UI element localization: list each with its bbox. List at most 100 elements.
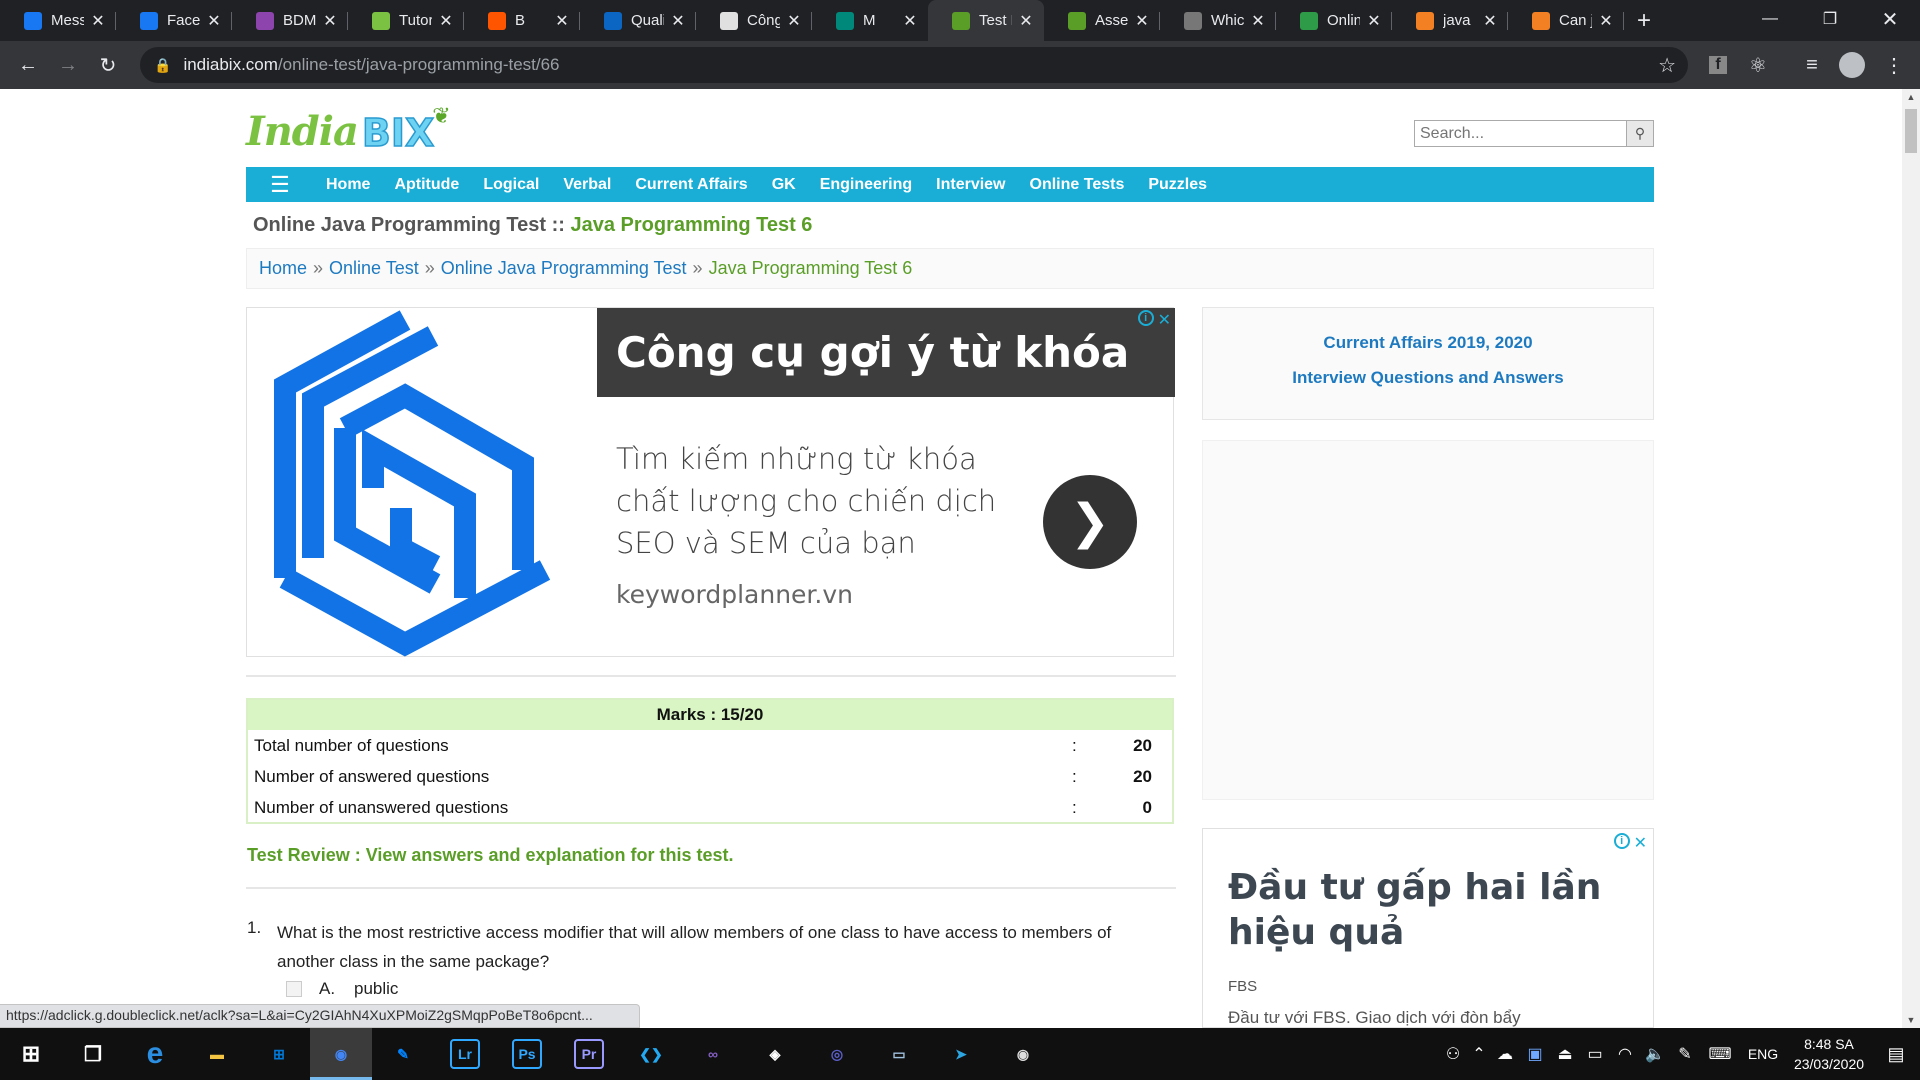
keyword-planner-ad[interactable]: Công cụ gợi ý từ khóa Tìm kiếm những từ …	[246, 307, 1175, 657]
react-extension-icon[interactable]: ⚛	[1738, 45, 1778, 85]
option-checkbox[interactable]	[286, 981, 302, 997]
tab-close-icon[interactable]: ✕	[1598, 13, 1614, 30]
nav-item[interactable]: Engineering	[808, 176, 924, 194]
tab-close-icon[interactable]: ✕	[902, 13, 918, 30]
bookmark-star-icon[interactable]: ☆	[1658, 53, 1676, 78]
taskbar-app-photoshop[interactable]: Ps	[496, 1028, 558, 1080]
nav-item[interactable]: GK	[760, 176, 808, 194]
chevron-up-icon[interactable]: ⌃	[1468, 1044, 1490, 1064]
search-icon[interactable]: ⚲	[1627, 120, 1654, 147]
clock[interactable]: 8:48 SA 23/03/2020	[1786, 1034, 1872, 1074]
notification-icon[interactable]: ▤	[1872, 1044, 1920, 1065]
battery-icon[interactable]: ▭	[1580, 1044, 1610, 1064]
browser-tab[interactable]: M ✕	[812, 0, 928, 41]
browser-tab[interactable]: java ✕	[1392, 0, 1508, 41]
hamburger-menu-icon[interactable]: ☰	[246, 167, 314, 202]
tab-close-icon[interactable]: ✕	[1018, 13, 1034, 30]
taskbar-app-vscode[interactable]: ❮❯	[620, 1028, 682, 1080]
search-input[interactable]	[1414, 120, 1627, 147]
back-button[interactable]: ←	[8, 45, 48, 85]
tab-close-icon[interactable]: ✕	[1250, 13, 1266, 30]
scrollbar-thumb[interactable]	[1905, 109, 1917, 153]
tab-close-icon[interactable]: ✕	[1482, 13, 1498, 30]
taskbar-app-cd-player[interactable]: ◎	[806, 1028, 868, 1080]
start-button[interactable]: ⊞	[0, 1028, 62, 1080]
browser-tab[interactable]: B ✕	[464, 0, 580, 41]
edge-button[interactable]: e	[124, 1028, 186, 1080]
tab-close-icon[interactable]: ✕	[438, 13, 454, 30]
nav-item[interactable]: Logical	[471, 176, 551, 194]
media-control-icon[interactable]: ≡	[1792, 45, 1832, 85]
test-review-link[interactable]: Test Review : View answers and explanati…	[247, 845, 733, 866]
keyboard-icon[interactable]: ⌨	[1700, 1044, 1740, 1064]
restore-button[interactable]: ❐	[1800, 0, 1860, 38]
menu-kebab-icon[interactable]: ⋮	[1874, 45, 1914, 85]
reload-button[interactable]: ↻	[88, 45, 128, 85]
new-tab-button[interactable]: +	[1624, 0, 1664, 41]
ime-icon[interactable]: ▣	[1520, 1044, 1550, 1064]
address-bar[interactable]: 🔒 indiabix.com/online-test/java-programm…	[140, 47, 1688, 83]
tab-close-icon[interactable]: ✕	[786, 13, 802, 30]
task-view-button[interactable]: ❐	[62, 1028, 124, 1080]
browser-tab[interactable]: Messenger ✕	[0, 0, 116, 41]
tab-close-icon[interactable]: ✕	[206, 13, 222, 30]
current-affairs-link[interactable]: Current Affairs 2019, 2020	[1203, 333, 1653, 353]
taskbar-app-obs[interactable]: ◉	[992, 1028, 1054, 1080]
onedrive-icon[interactable]: ☁	[1490, 1044, 1520, 1064]
close-window-button[interactable]: ✕	[1860, 0, 1920, 38]
nav-item[interactable]: Puzzles	[1136, 176, 1219, 194]
profile-avatar[interactable]	[1832, 45, 1872, 85]
browser-tab[interactable]: BDM ✕	[232, 0, 348, 41]
language-indicator[interactable]: ENG	[1740, 1046, 1786, 1062]
fbs-ad[interactable]: Đầu tư gấp hai lần hiệu quả FBS Đầu tư v…	[1202, 828, 1654, 1028]
taskbar-app-telegram[interactable]: ➤	[930, 1028, 992, 1080]
breadcrumb-java-test[interactable]: Online Java Programming Test	[441, 258, 687, 279]
nav-item[interactable]: Verbal	[551, 176, 623, 194]
people-icon[interactable]: ⚇	[1438, 1044, 1468, 1064]
usb-icon[interactable]: ⏏	[1550, 1044, 1580, 1064]
nav-item[interactable]: Interview	[924, 176, 1017, 194]
answer-option[interactable]: A. public	[286, 979, 398, 999]
taskbar-app-file-explorer[interactable]: ▬	[186, 1028, 248, 1080]
facebook-extension-icon[interactable]: f	[1698, 45, 1738, 85]
browser-tab[interactable]: Asser ✕	[1044, 0, 1160, 41]
browser-tab[interactable]: Which ✕	[1160, 0, 1276, 41]
forward-button[interactable]: →	[48, 45, 88, 85]
minimize-button[interactable]: —	[1740, 0, 1800, 38]
tab-close-icon[interactable]: ✕	[1134, 13, 1150, 30]
taskbar-app-lightroom[interactable]: Lr	[434, 1028, 496, 1080]
page-scrollbar[interactable]: ▲ ▼	[1902, 89, 1920, 1028]
taskbar-app-premiere[interactable]: Pr	[558, 1028, 620, 1080]
taskbar-app-store[interactable]: ⊞	[248, 1028, 310, 1080]
taskbar-app-visual-studio[interactable]: ∞	[682, 1028, 744, 1080]
browser-tab[interactable]: Test R ✕	[928, 0, 1044, 41]
breadcrumb-home[interactable]: Home	[259, 258, 307, 279]
taskbar-app-chrome[interactable]: ◉	[310, 1028, 372, 1080]
indiabix-logo[interactable]: India BIX ❦	[246, 103, 451, 156]
tab-close-icon[interactable]: ✕	[90, 13, 106, 30]
breadcrumb-online-test[interactable]: Online Test	[329, 258, 419, 279]
adchoices-icon[interactable]: i ✕	[1137, 310, 1171, 330]
adchoices-icon[interactable]: i ✕	[1613, 833, 1647, 853]
nav-item[interactable]: Current Affairs	[623, 176, 759, 194]
browser-tab[interactable]: Can j ✕	[1508, 0, 1624, 41]
tab-close-icon[interactable]: ✕	[554, 13, 570, 30]
taskbar-app-messenger[interactable]: ✎	[372, 1028, 434, 1080]
volume-icon[interactable]: 🔈	[1640, 1044, 1670, 1064]
browser-tab[interactable]: Online ✕	[1276, 0, 1392, 41]
browser-tab[interactable]: Tutorial ✕	[348, 0, 464, 41]
nav-item[interactable]: Online Tests	[1018, 176, 1137, 194]
scroll-down-icon[interactable]: ▼	[1902, 1012, 1920, 1028]
taskbar-app-unity[interactable]: ◈	[744, 1028, 806, 1080]
pen-icon[interactable]: ✎	[1670, 1044, 1700, 1064]
browser-tab[interactable]: Facebook ✕	[116, 0, 232, 41]
taskbar-app-photos[interactable]: ▭	[868, 1028, 930, 1080]
chevron-right-icon[interactable]: ❯	[1043, 475, 1137, 569]
browser-tab[interactable]: Quality ✕	[580, 0, 696, 41]
scroll-up-icon[interactable]: ▲	[1902, 89, 1920, 105]
nav-item[interactable]: Home	[314, 176, 382, 194]
tab-close-icon[interactable]: ✕	[1366, 13, 1382, 30]
interview-questions-link[interactable]: Interview Questions and Answers	[1203, 368, 1653, 388]
tab-close-icon[interactable]: ✕	[670, 13, 686, 30]
wifi-icon[interactable]: ◠	[1610, 1044, 1640, 1064]
